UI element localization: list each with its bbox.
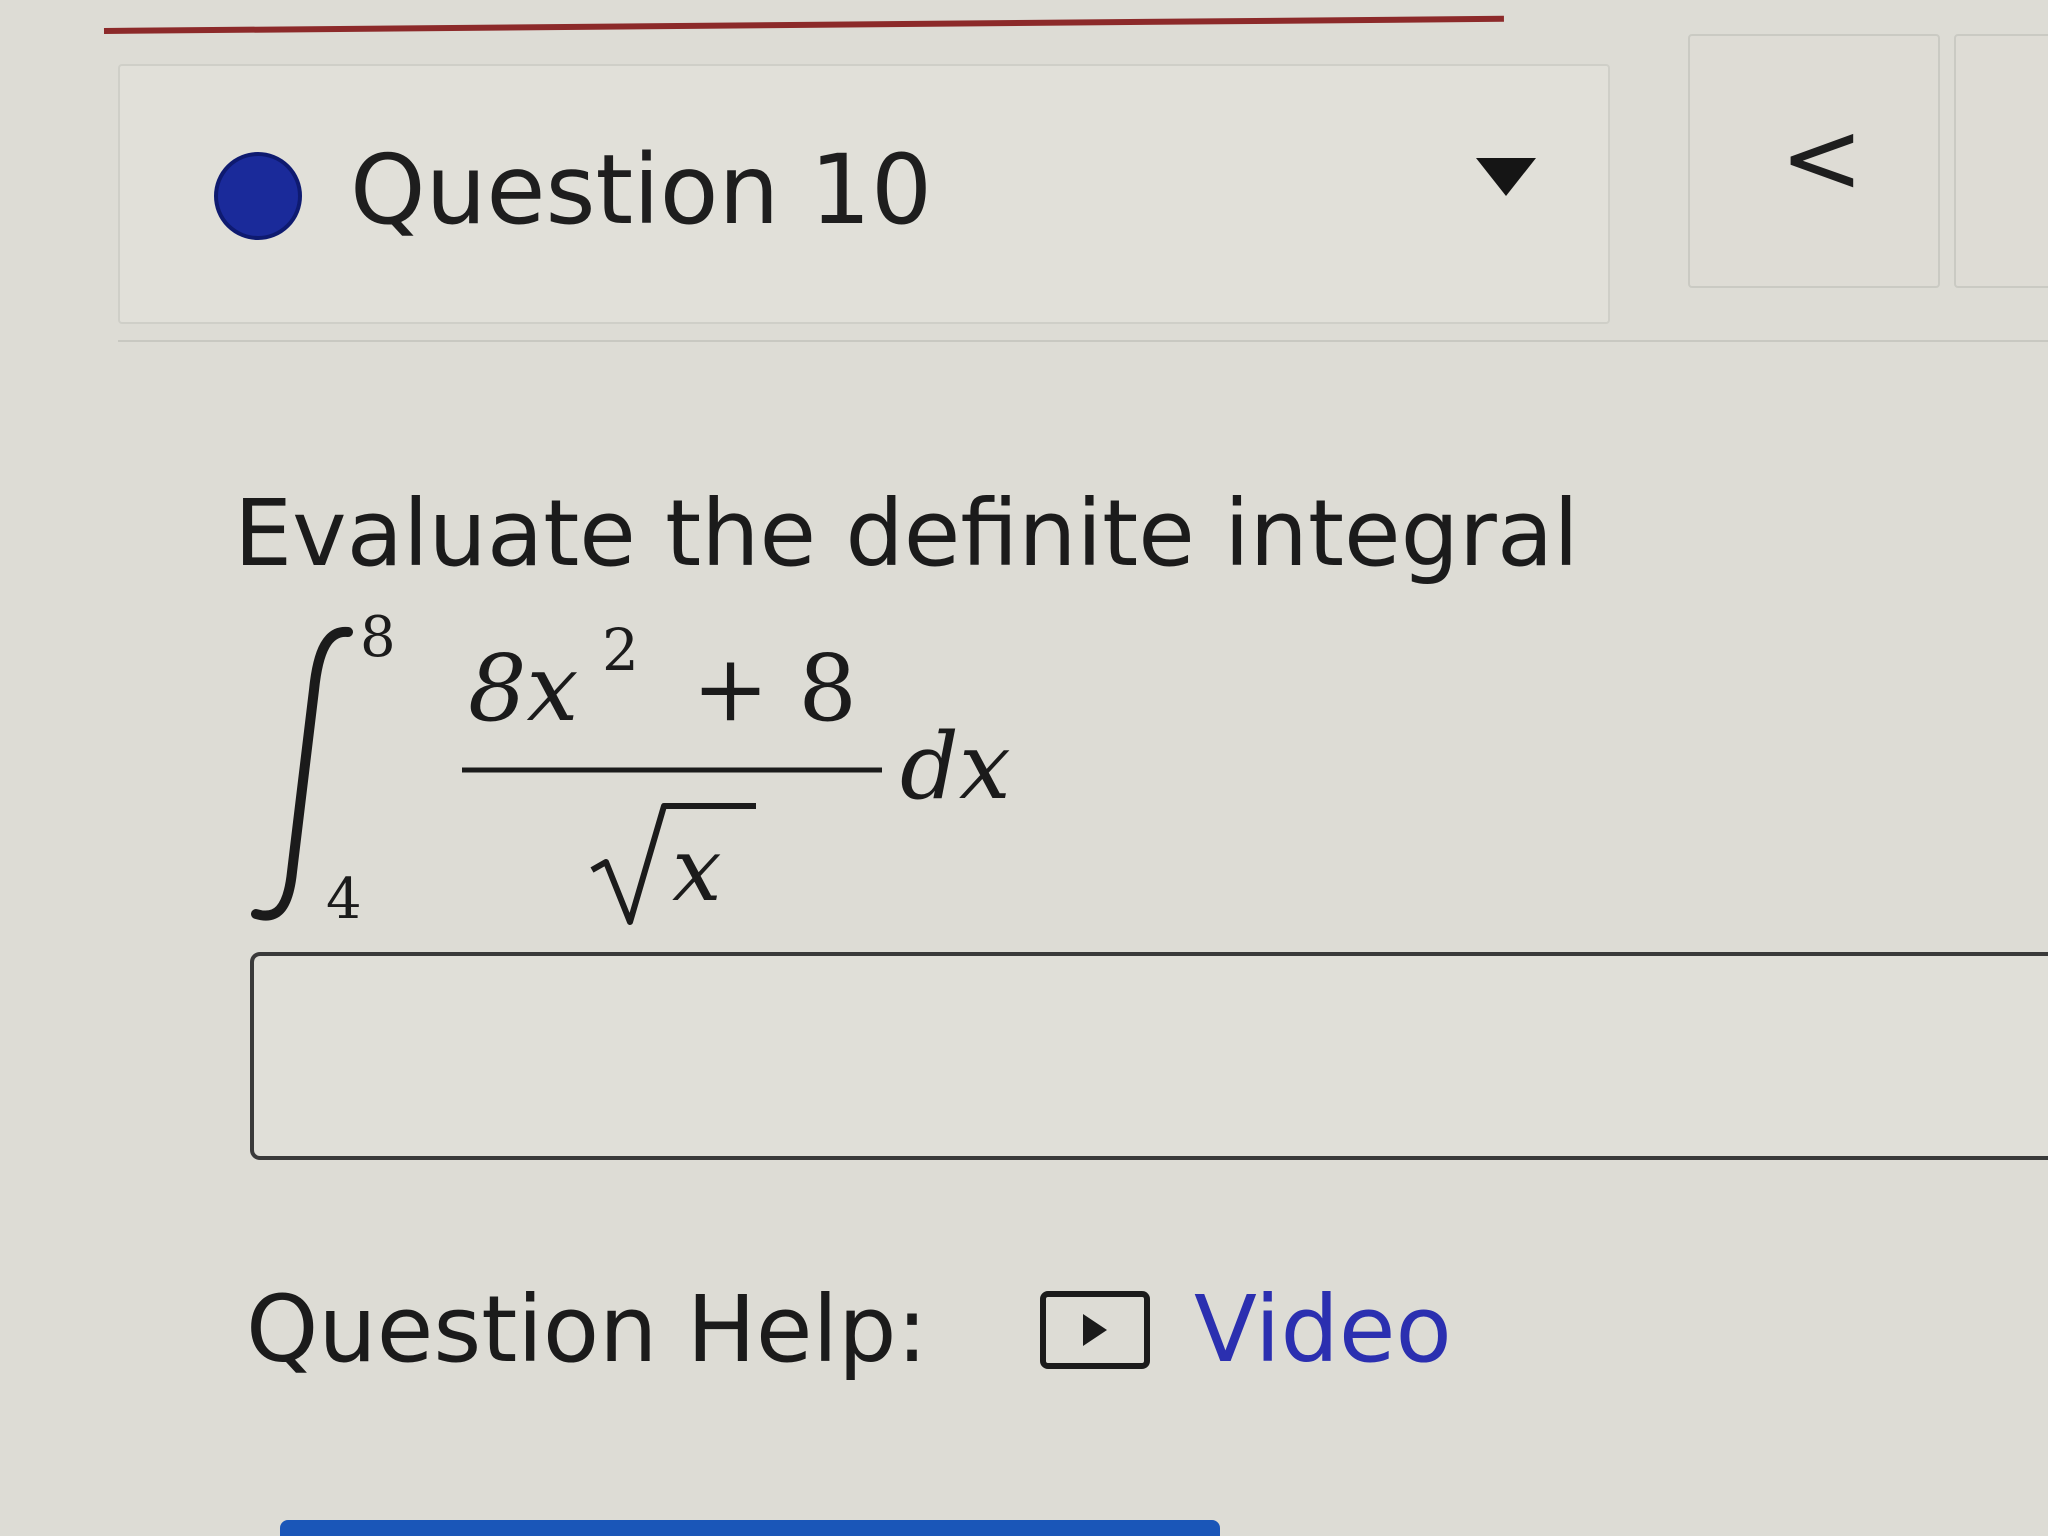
question-help-label: Question Help:	[246, 1276, 928, 1383]
answer-input[interactable]	[250, 952, 2048, 1160]
integral-lower-limit: 4	[326, 867, 362, 932]
question-prompt: Evaluate the definite integral	[234, 480, 1579, 587]
question-status-dot	[214, 152, 302, 240]
top-divider	[103, 15, 1504, 34]
differential: dx	[900, 713, 1011, 820]
question-dropdown-caret-icon[interactable]	[1476, 158, 1536, 196]
integral-upper-limit: 8	[360, 610, 396, 670]
header-divider	[118, 340, 2048, 342]
question-title: Question 10	[350, 134, 933, 246]
integral-expression: 8 4 8x 2 + 8 x dx	[240, 605, 1140, 940]
next-question-button[interactable]	[1954, 34, 2048, 288]
video-help-link[interactable]: Video	[1040, 1272, 1452, 1388]
video-link-label: Video	[1194, 1276, 1452, 1383]
submit-button[interactable]	[280, 1520, 1220, 1536]
question-page: Question 10 < Evaluate the definite inte…	[0, 0, 2048, 1536]
numerator-constant: + 8	[692, 635, 857, 742]
numerator-term: 8x	[468, 635, 578, 742]
numerator-exponent: 2	[602, 616, 639, 684]
video-play-icon	[1040, 1291, 1150, 1369]
chevron-left-icon: <	[1780, 99, 1864, 216]
denominator-radicand: x	[672, 818, 722, 921]
